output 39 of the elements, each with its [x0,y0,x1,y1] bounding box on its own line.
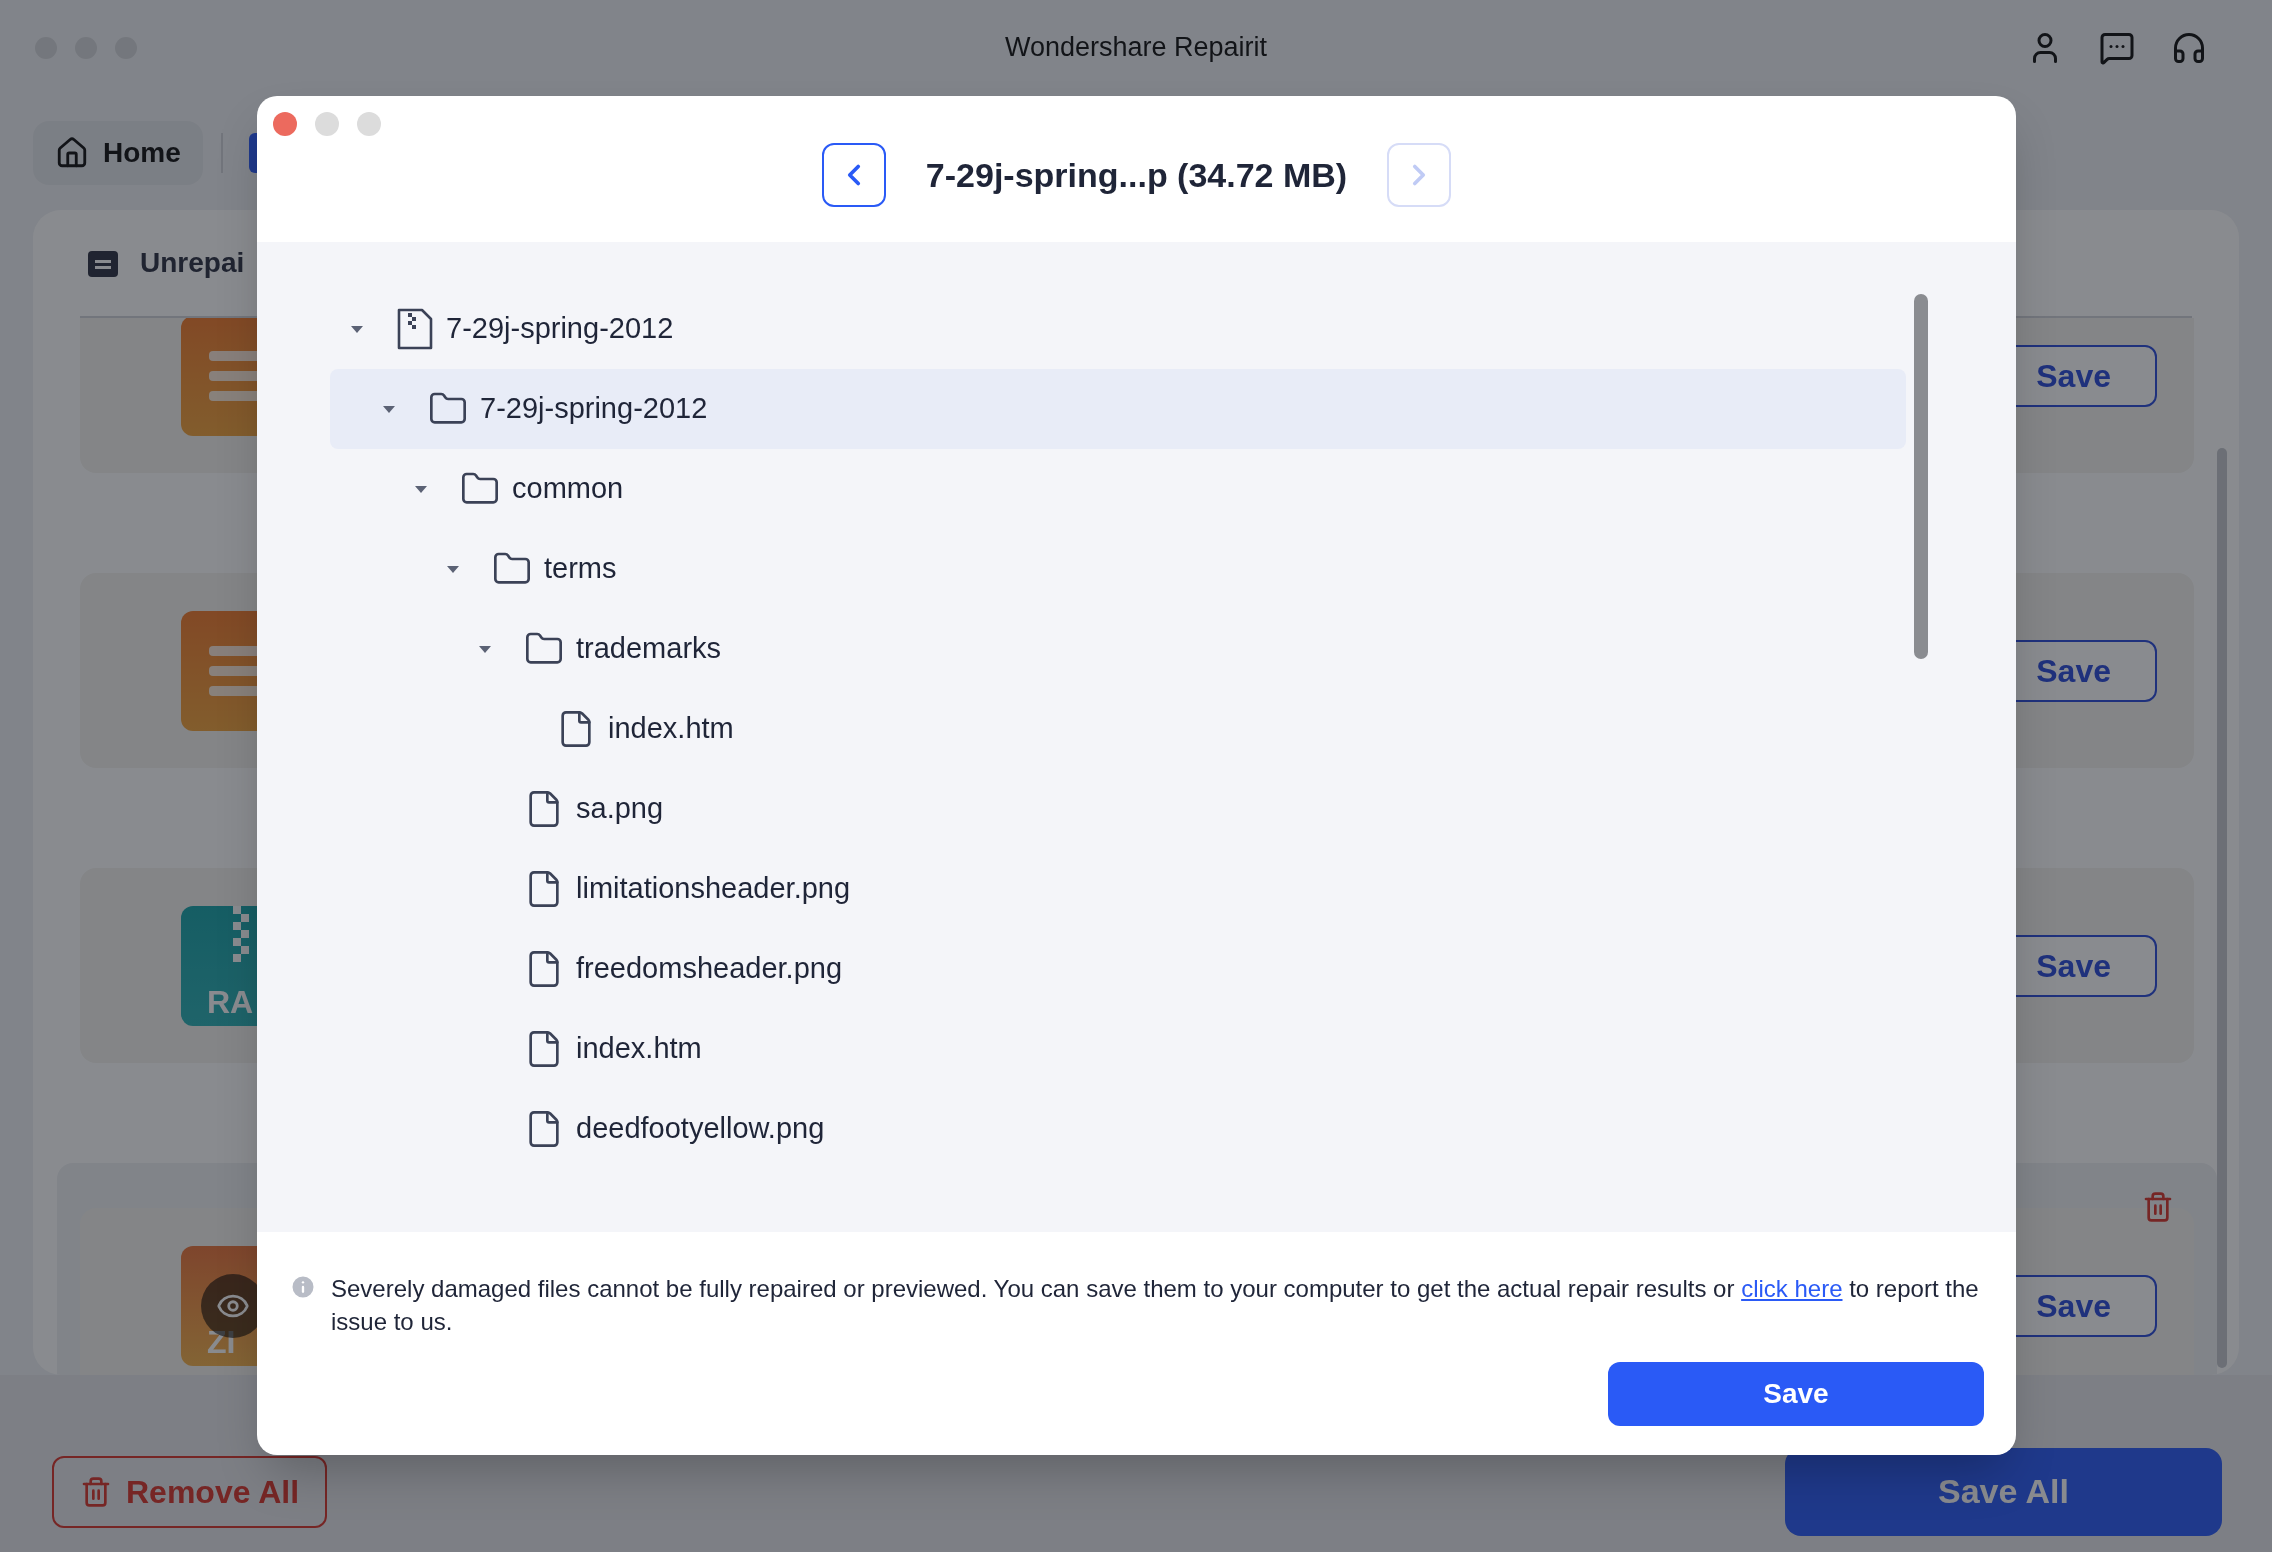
tree-row[interactable]: limitationsheader.png [330,849,1906,929]
tree-row[interactable]: common [330,449,1906,529]
panel-title: Unrepai [140,246,245,280]
thumbnail-label: RA [206,985,255,1018]
home-tab[interactable]: Home [33,120,203,185]
window-title: Wondershare Repairit [1003,31,1269,65]
tree-row[interactable]: sa.png [330,769,1906,849]
tree-item-label: terms [544,551,617,587]
tree-item-label: 7-29j-spring-2012 [446,311,674,347]
scrollbar[interactable] [1914,294,1928,659]
tree-item-label: 7-29j-spring-2012 [480,391,708,427]
tree-item-label: index.htm [608,711,734,747]
home-icon [55,135,89,170]
save-button[interactable]: Save [1608,1362,1984,1426]
tree-row[interactable]: terms [330,529,1906,609]
scrollbar[interactable] [2217,448,2227,1368]
previous-button[interactable] [821,143,886,207]
tree-item-label: limitationsheader.png [576,871,851,907]
tree-item-label: freedomsheader.png [576,951,843,987]
report-link[interactable]: click here [1741,1275,1843,1302]
delete-icon[interactable] [2142,1191,2174,1223]
tree-row[interactable]: freedomsheader.png [330,929,1906,1009]
tree-row[interactable]: index.htm [330,1009,1906,1089]
tree-row[interactable]: trademarks [330,609,1906,689]
thumbnail-label: ZI [206,1325,237,1358]
tree-item-label: sa.png [576,791,664,827]
trash-icon [80,1475,112,1508]
tree-item-label: deedfootyellow.png [576,1111,825,1147]
tree-row[interactable]: index.htm [330,689,1906,769]
tree-row[interactable]: 7-29j-spring-2012 [330,289,1906,369]
dialog-title: 7-29j-spring...p (34.72 MB) [925,154,1348,196]
archive-file-icon [396,308,434,350]
tree-item-label: common [512,471,624,507]
tree-item-label: trademarks [576,631,722,667]
tree-item-label: index.htm [576,1031,702,1067]
tree-row[interactable]: 7-29j-spring-2012 [330,369,1906,449]
window-close-button[interactable] [273,112,297,136]
info-icon [289,1273,317,1301]
tree-row[interactable]: deedfootyellow.png [330,1089,1906,1169]
